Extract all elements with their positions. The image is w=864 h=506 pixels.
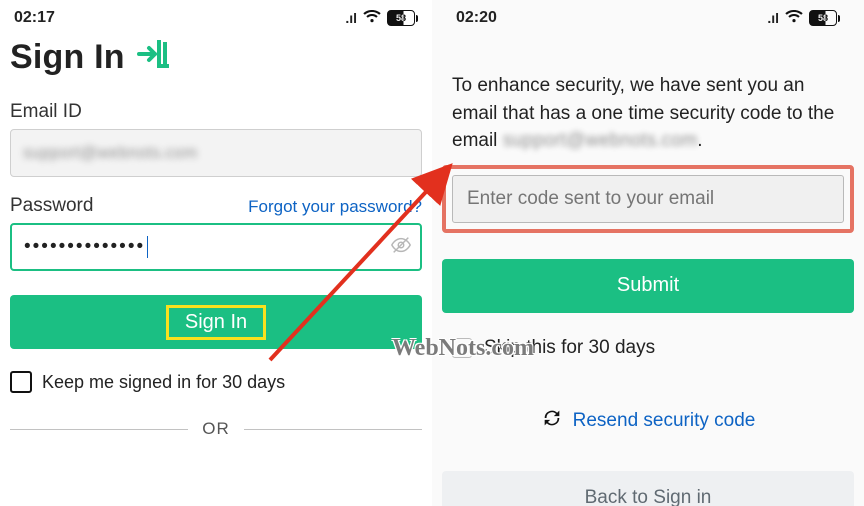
back-label: Back to Sign in (585, 487, 712, 506)
clock: 02:17 (14, 9, 55, 27)
battery-icon: 58 (387, 10, 418, 26)
email-value-blurred: support@webnots.com (23, 143, 197, 163)
masked-email: support@webnots.com (503, 130, 698, 151)
security-code-input[interactable] (452, 175, 844, 223)
page-title: Sign In (10, 38, 125, 77)
submit-button-label: Submit (617, 274, 679, 297)
cellular-icon: .ıl (345, 10, 357, 26)
toggle-visibility-icon[interactable] (390, 234, 412, 261)
cellular-icon: .ıl (767, 10, 779, 26)
divider-line (10, 429, 188, 430)
status-bar-right: 02:20 .ıl 58 (442, 0, 854, 32)
forgot-password-link[interactable]: Forgot your password? (248, 197, 422, 217)
signin-button-label: Sign In (185, 311, 247, 333)
battery-icon: 58 (809, 10, 840, 26)
text-caret (147, 236, 148, 258)
back-to-signin-button[interactable]: Back to Sign in (442, 471, 854, 506)
resend-code-link[interactable]: Resend security code (442, 407, 854, 435)
or-label: OR (202, 419, 230, 439)
signin-panel: 02:17 .ıl 58 Sign In Email ID support@we… (0, 0, 432, 506)
divider-line (244, 429, 422, 430)
submit-button[interactable]: Submit (442, 259, 854, 313)
email-label: Email ID (10, 101, 82, 123)
keep-signed-in-checkbox[interactable] (10, 371, 32, 393)
email-field[interactable]: support@webnots.com (10, 129, 422, 177)
resend-label: Resend security code (573, 410, 756, 432)
signin-button[interactable]: Sign In (10, 295, 422, 349)
signin-arrow-icon (137, 39, 171, 77)
code-input-highlight (442, 165, 854, 233)
keep-signed-in-label: Keep me signed in for 30 days (42, 372, 285, 393)
wifi-icon (785, 10, 803, 26)
verify-panel: 02:20 .ıl 58 To enhance security, we hav… (432, 0, 864, 506)
status-bar-left: 02:17 .ıl 58 (0, 0, 432, 32)
refresh-icon (541, 407, 563, 435)
password-field[interactable]: •••••••••••••• (10, 223, 422, 271)
clock: 02:20 (456, 9, 497, 27)
skip-checkbox[interactable] (452, 338, 472, 358)
wifi-icon (363, 10, 381, 26)
signin-button-highlight: Sign In (166, 305, 266, 340)
password-label: Password (10, 195, 93, 217)
skip-label: Skip this for 30 days (484, 337, 655, 359)
password-masked: •••••••••••••• (24, 236, 145, 258)
verify-message: To enhance security, we have sent you an… (442, 32, 854, 155)
